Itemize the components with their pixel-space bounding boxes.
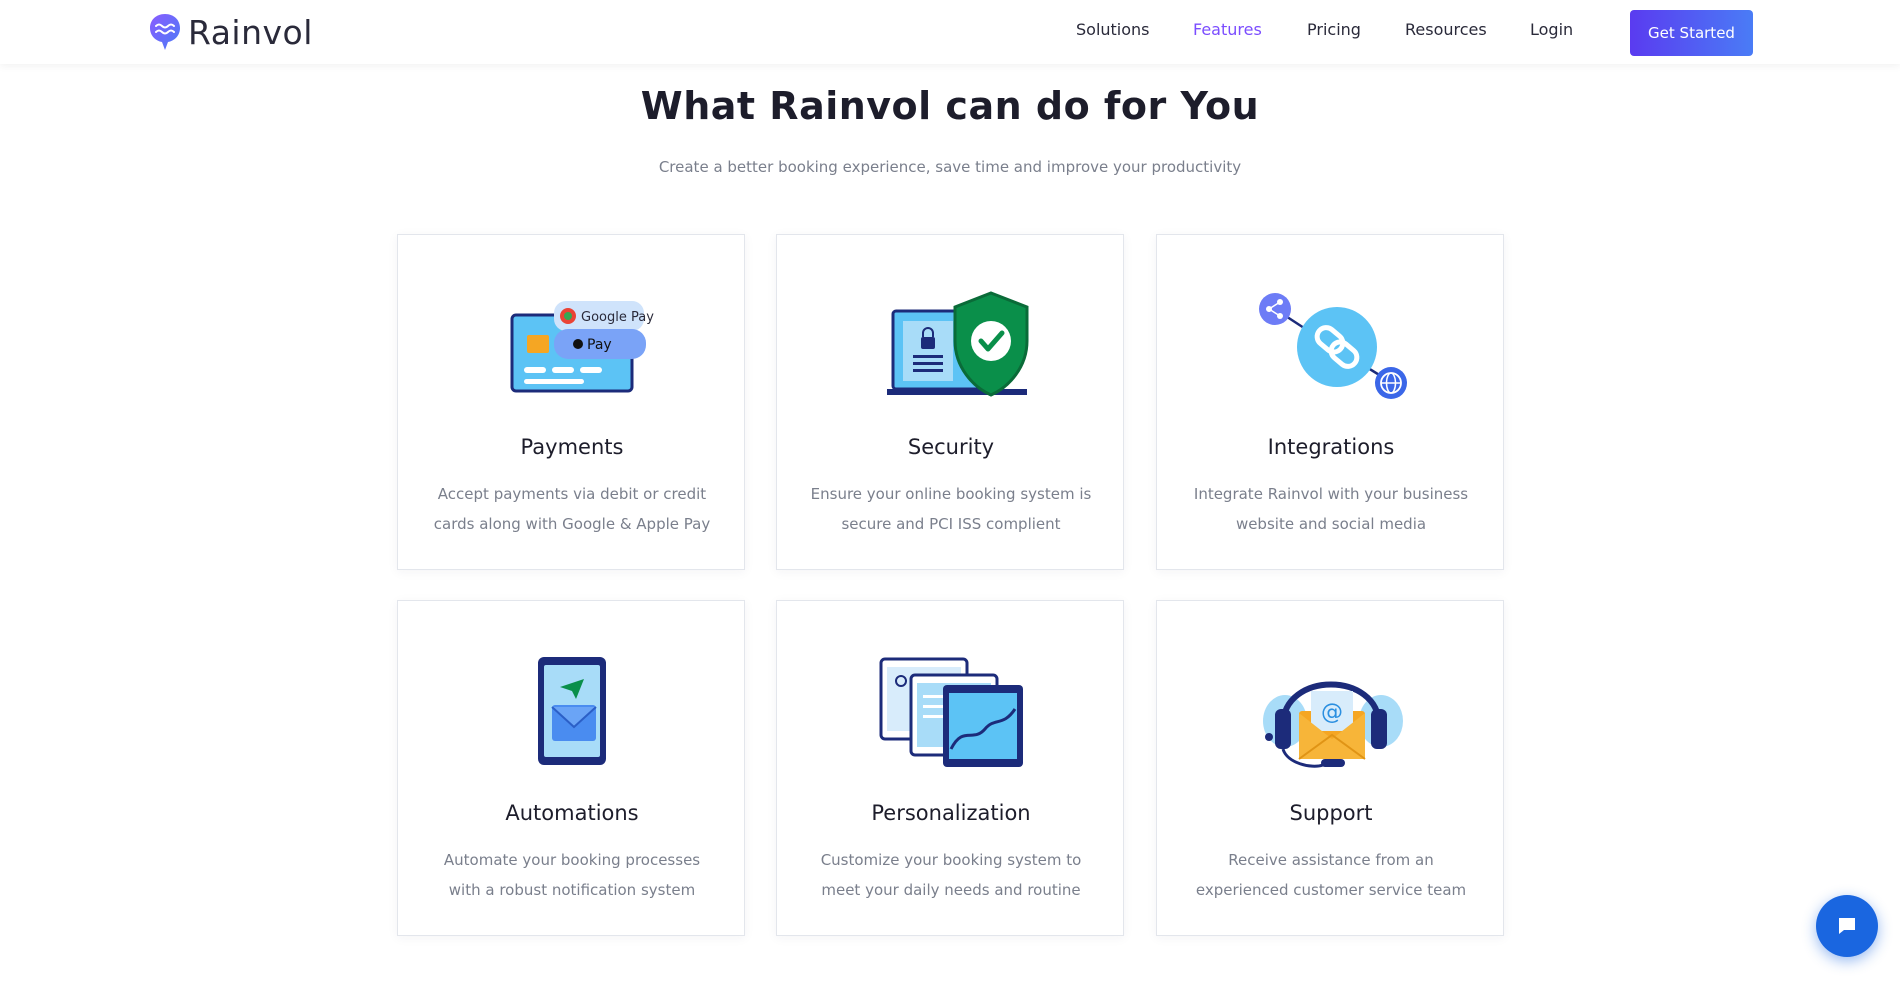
nav-resources[interactable]: Resources xyxy=(1405,20,1487,39)
svg-text:Google Pay: Google Pay xyxy=(581,310,654,325)
feature-description: Ensure your online booking system is sec… xyxy=(810,485,1092,533)
feature-description: Automate your booking processes with a r… xyxy=(443,851,701,899)
security-shield-icon xyxy=(777,285,1125,405)
get-started-button[interactable]: Get Started xyxy=(1630,10,1753,56)
brand-logo[interactable]: Rainvol xyxy=(148,12,313,52)
payment-card-icon: Google Pay Pay xyxy=(398,285,746,405)
feature-description: Customize your booking system to meet yo… xyxy=(820,851,1082,899)
integration-link-icon xyxy=(1157,285,1505,405)
feature-title: Automations xyxy=(505,801,639,825)
brand-name: Rainvol xyxy=(188,12,313,52)
chat-launcher-button[interactable] xyxy=(1816,895,1878,957)
svg-text:Pay: Pay xyxy=(587,337,612,353)
feature-card-personalization: Personalization Customize your booking s… xyxy=(776,600,1124,936)
nav-solutions[interactable]: Solutions xyxy=(1076,20,1150,39)
nav-features[interactable]: Features xyxy=(1193,20,1262,39)
nav-pricing[interactable]: Pricing xyxy=(1307,20,1361,39)
feature-card-automations: Automations Automate your booking proces… xyxy=(397,600,745,936)
dashboard-screens-icon xyxy=(777,651,1125,771)
rainvol-logo-icon xyxy=(150,14,180,50)
feature-card-security: Security Ensure your online booking syst… xyxy=(776,234,1124,570)
top-nav-bar: Rainvol Solutions Features Pricing Resou… xyxy=(0,0,1900,64)
feature-title: Security xyxy=(907,435,995,459)
feature-card-payments: Google Pay Pay Payments Accept payments … xyxy=(397,234,745,570)
phone-mail-icon xyxy=(398,651,746,771)
section-title: What Rainvol can do for You xyxy=(640,84,1260,128)
feature-description: Accept payments via debit or credit card… xyxy=(433,485,711,533)
feature-title: Payments xyxy=(520,435,624,459)
feature-card-integrations: Integrations Integrate Rainvol with your… xyxy=(1156,234,1504,570)
feature-card-support: @ Support Receive assistance from an exp… xyxy=(1156,600,1504,936)
feature-title: Support xyxy=(1289,801,1373,825)
feature-title: Integrations xyxy=(1267,435,1395,459)
feature-description: Integrate Rainvol with your business web… xyxy=(1193,485,1469,533)
nav-login[interactable]: Login xyxy=(1530,20,1573,39)
chat-bubble-icon xyxy=(1839,918,1855,934)
headset-mail-icon: @ xyxy=(1157,651,1505,771)
feature-description: Receive assistance from an experienced c… xyxy=(1195,851,1467,899)
feature-title: Personalization xyxy=(871,801,1031,825)
section-subtitle: Create a better booking experience, save… xyxy=(658,158,1242,176)
svg-text:@: @ xyxy=(1321,700,1343,725)
